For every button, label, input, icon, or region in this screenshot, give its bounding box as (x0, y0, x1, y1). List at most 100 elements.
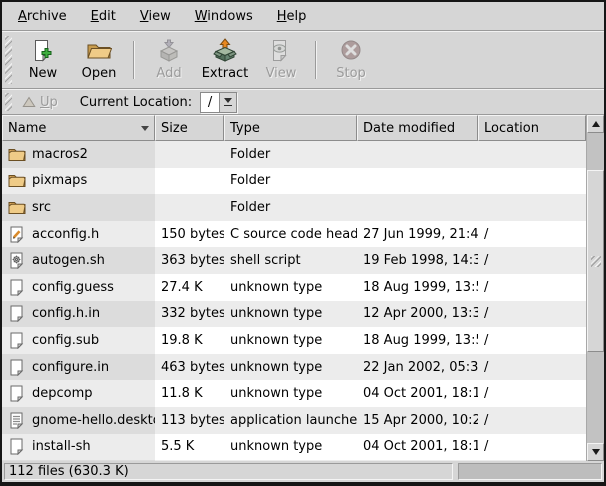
up-button[interactable]: Up (16, 93, 64, 112)
menu-windows[interactable]: Windows (183, 5, 265, 28)
name-cell: configure.in (2, 354, 155, 381)
table-row[interactable]: src Folder (2, 194, 586, 221)
type-cell: Folder (224, 194, 357, 221)
toolbar: New Open Add (2, 32, 604, 88)
table-row[interactable]: config.guess 27.4 K unknown type 18 Aug … (2, 274, 586, 301)
c-source-icon (9, 226, 24, 243)
table-row[interactable]: config.sub 19.8 K unknown type 18 Aug 19… (2, 327, 586, 354)
column-header-size[interactable]: Size (155, 115, 224, 141)
thumb-grip-icon (591, 256, 601, 267)
menu-edit[interactable]: Edit (79, 5, 128, 28)
file-name: install-sh (32, 439, 91, 454)
type-cell: shell script (224, 247, 357, 274)
type-cell: unknown type (224, 327, 357, 354)
type-cell (224, 460, 357, 461)
size-cell (155, 460, 224, 461)
scroll-up-button[interactable] (587, 115, 604, 133)
folder-icon (8, 147, 26, 162)
size-cell: 150 bytes (155, 221, 224, 248)
toolbar-separator (315, 41, 317, 79)
column-header-date-modified[interactable]: Date modified (357, 115, 478, 141)
location-bar-grip[interactable] (5, 93, 12, 111)
up-button-label: Up (40, 95, 58, 110)
table-row[interactable]: config.h.in 332 bytes unknown type 12 Ap… (2, 301, 586, 328)
table-row[interactable]: configure.in 463 bytes unknown type 22 J… (2, 354, 586, 381)
file-name: autogen.sh (32, 253, 105, 268)
date-modified-cell: 12 Apr 2000, 13:36 (357, 301, 478, 328)
size-cell: 27.4 K (155, 274, 224, 301)
location-cell (478, 460, 586, 461)
location-cell: / (478, 301, 586, 328)
new-archive-icon (30, 38, 56, 64)
name-cell (2, 460, 155, 461)
name-cell: gnome-hello.desktop (2, 407, 155, 434)
status-right-panel (458, 463, 602, 480)
table-row[interactable]: autogen.sh 363 bytes shell script 19 Feb… (2, 247, 586, 274)
chevron-down-icon (224, 98, 232, 103)
type-cell: unknown type (224, 274, 357, 301)
location-cell: / (478, 247, 586, 274)
stop-icon (338, 38, 364, 64)
new-button[interactable]: New (15, 33, 71, 87)
table-row[interactable]: install-sh 5.5 K unknown type 04 Oct 200… (2, 434, 586, 461)
name-cell: macros2 (2, 141, 155, 168)
location-cell: / (478, 434, 586, 461)
status-text: 112 files (630.3 K) (9, 464, 129, 479)
table-row[interactable]: acconfig.h 150 bytes C source code heade… (2, 221, 586, 248)
table-row[interactable]: pixmaps Folder (2, 168, 586, 195)
extract-package-icon (212, 38, 238, 64)
table-row-partial[interactable] (2, 460, 586, 461)
name-cell: src (2, 194, 155, 221)
date-modified-cell (357, 141, 478, 168)
sort-indicator-icon (141, 126, 149, 131)
type-cell: Folder (224, 168, 357, 195)
type-cell: Folder (224, 141, 357, 168)
name-cell: acconfig.h (2, 221, 155, 248)
file-name: depcomp (32, 386, 93, 401)
date-modified-cell: 04 Oct 2001, 18:12 (357, 434, 478, 461)
menu-help[interactable]: Help (265, 5, 319, 28)
file-name: macros2 (32, 147, 88, 162)
file-name: pixmaps (32, 173, 87, 188)
location-cell: / (478, 274, 586, 301)
scrollbar-trough[interactable] (587, 133, 604, 443)
column-header-location[interactable]: Location (478, 115, 586, 141)
document-icon (9, 438, 24, 455)
toolbar-grip[interactable] (5, 36, 12, 84)
table-row[interactable]: depcomp 11.8 K unknown type 04 Oct 2001,… (2, 380, 586, 407)
column-header-type[interactable]: Type (224, 115, 357, 141)
file-list-area: Name Size Type Date modified Location (2, 114, 604, 461)
table-row[interactable]: macros2 Folder (2, 141, 586, 168)
column-header-name[interactable]: Name (2, 115, 155, 141)
combo-dropdown-button[interactable] (219, 93, 236, 112)
date-modified-cell (357, 460, 478, 461)
name-cell: config.h.in (2, 301, 155, 328)
add-button[interactable]: Add (141, 33, 197, 87)
menu-view[interactable]: View (128, 5, 183, 28)
name-cell: config.sub (2, 327, 155, 354)
scrollbar-thumb[interactable] (587, 170, 604, 352)
scroll-down-button[interactable] (587, 443, 604, 461)
open-button[interactable]: Open (71, 33, 127, 87)
location-combo[interactable]: / (200, 92, 237, 113)
extract-button[interactable]: Extract (197, 33, 253, 87)
name-cell: config.guess (2, 274, 155, 301)
location-bar: Up Current Location: / (2, 90, 604, 114)
menu-archive[interactable]: Archive (6, 5, 79, 28)
scroll-up-icon (592, 121, 600, 127)
open-folder-icon (86, 38, 112, 64)
table-row[interactable]: gnome-hello.desktop 113 bytes applicatio… (2, 407, 586, 434)
file-name: gnome-hello.desktop (32, 413, 155, 428)
document-icon (9, 359, 24, 376)
date-modified-cell: 27 Jun 1999, 21:49 (357, 221, 478, 248)
type-cell: C source code header (224, 221, 357, 248)
stop-button-label: Stop (336, 66, 366, 81)
vertical-scrollbar (586, 115, 604, 461)
stop-button[interactable]: Stop (323, 33, 379, 87)
file-name: config.guess (32, 280, 114, 295)
size-cell: 113 bytes (155, 407, 224, 434)
date-modified-cell: 18 Aug 1999, 13:53 (357, 327, 478, 354)
document-icon (9, 385, 24, 402)
date-modified-cell: 22 Jan 2002, 05:35 (357, 354, 478, 381)
view-button[interactable]: View (253, 33, 309, 87)
